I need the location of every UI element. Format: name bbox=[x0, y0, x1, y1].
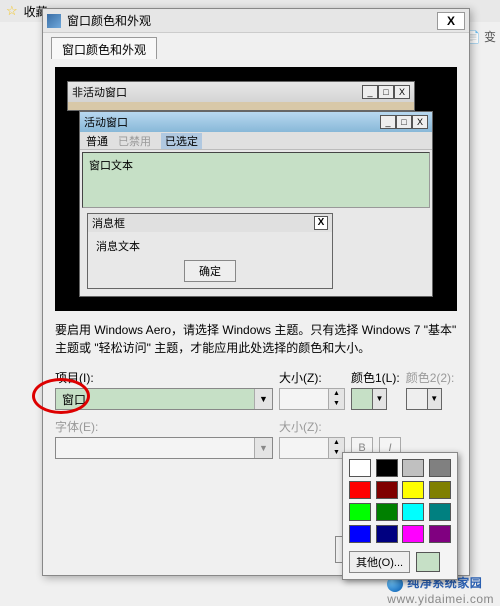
preview-client-area[interactable]: 窗口文本 bbox=[82, 152, 430, 208]
current-color-swatch bbox=[416, 552, 440, 572]
color-swatch[interactable] bbox=[402, 481, 424, 499]
max-icon: □ bbox=[396, 115, 412, 129]
side-doc-icon: 📄 变 bbox=[466, 28, 496, 45]
dialog-title: 窗口颜色和外观 bbox=[67, 12, 437, 29]
fontsize-spinner: ▲▼ bbox=[279, 437, 345, 459]
description-text: 要启用 Windows Aero，请选择 Windows 主题。只有选择 Win… bbox=[55, 321, 457, 357]
color-swatch[interactable] bbox=[429, 503, 451, 521]
close-button[interactable]: X bbox=[437, 12, 465, 30]
color-swatch[interactable] bbox=[402, 525, 424, 543]
msgbox-ok-button: 确定 bbox=[184, 260, 236, 282]
chevron-down-icon: ▼ bbox=[372, 389, 386, 409]
color-swatch[interactable] bbox=[349, 481, 371, 499]
size-spinner: ▲▼ bbox=[279, 388, 345, 410]
size-label: 大小(Z): bbox=[279, 369, 345, 386]
close-icon: X bbox=[314, 216, 328, 230]
menu-normal: 普通 bbox=[86, 133, 108, 149]
color1-picker[interactable]: ▼ bbox=[351, 388, 387, 410]
color1-label: 颜色1(L): bbox=[351, 369, 400, 386]
color-swatch[interactable] bbox=[349, 503, 371, 521]
item-label: 项目(I): bbox=[55, 369, 273, 386]
preview-inactive-window[interactable]: 非活动窗口 _ □ X bbox=[67, 81, 415, 111]
preview-menubar[interactable]: 普通 已禁用 已选定 bbox=[80, 132, 432, 150]
fontsize-label: 大小(Z): bbox=[279, 418, 345, 435]
color2-picker: ▼ bbox=[406, 388, 442, 410]
color-swatch[interactable] bbox=[376, 503, 398, 521]
color-swatch[interactable] bbox=[402, 459, 424, 477]
msgbox-title: 消息框 bbox=[92, 215, 125, 231]
chevron-down-icon: ▼ bbox=[254, 438, 272, 458]
active-window-title: 活动窗口 bbox=[84, 114, 128, 130]
msgbox-text: 消息文本 bbox=[88, 232, 332, 256]
min-icon: _ bbox=[362, 85, 378, 99]
max-icon: □ bbox=[378, 85, 394, 99]
color-swatch[interactable] bbox=[429, 525, 451, 543]
inactive-window-title: 非活动窗口 bbox=[72, 84, 127, 100]
other-colors-button[interactable]: 其他(O)... bbox=[349, 551, 410, 573]
preview-messagebox[interactable]: 消息框 X 消息文本 确定 bbox=[87, 213, 333, 289]
chevron-down-icon: ▼ bbox=[427, 389, 441, 409]
color-palette-popup: 其他(O)... bbox=[342, 452, 458, 580]
color-swatch[interactable] bbox=[376, 481, 398, 499]
titlebar[interactable]: 窗口颜色和外观 X bbox=[43, 9, 469, 33]
color-swatch[interactable] bbox=[376, 525, 398, 543]
color-swatch[interactable] bbox=[376, 459, 398, 477]
window-text-label: 窗口文本 bbox=[89, 160, 133, 172]
color-swatch[interactable] bbox=[402, 503, 424, 521]
menu-disabled: 已禁用 bbox=[118, 133, 151, 149]
favorite-star-icon: ☆ bbox=[6, 3, 18, 19]
font-label: 字体(E): bbox=[55, 418, 273, 435]
color2-label: 颜色2(2): bbox=[406, 369, 455, 386]
color-swatch[interactable] bbox=[349, 525, 371, 543]
item-combo[interactable]: 窗口 ▼ bbox=[55, 388, 273, 410]
item-combo-value: 窗口 bbox=[62, 391, 86, 408]
color-swatch[interactable] bbox=[349, 459, 371, 477]
window-icon bbox=[47, 14, 61, 28]
close-icon: X bbox=[412, 115, 428, 129]
menu-selected: 已选定 bbox=[161, 133, 202, 149]
color-swatch[interactable] bbox=[429, 459, 451, 477]
close-icon: X bbox=[394, 85, 410, 99]
tab-appearance[interactable]: 窗口颜色和外观 bbox=[51, 37, 157, 59]
font-combo: ▼ bbox=[55, 437, 273, 459]
color-swatch[interactable] bbox=[429, 481, 451, 499]
min-icon: _ bbox=[380, 115, 396, 129]
preview-pane: 非活动窗口 _ □ X 活动窗口 _ □ X bbox=[55, 67, 457, 311]
chevron-down-icon: ▼ bbox=[254, 389, 272, 409]
